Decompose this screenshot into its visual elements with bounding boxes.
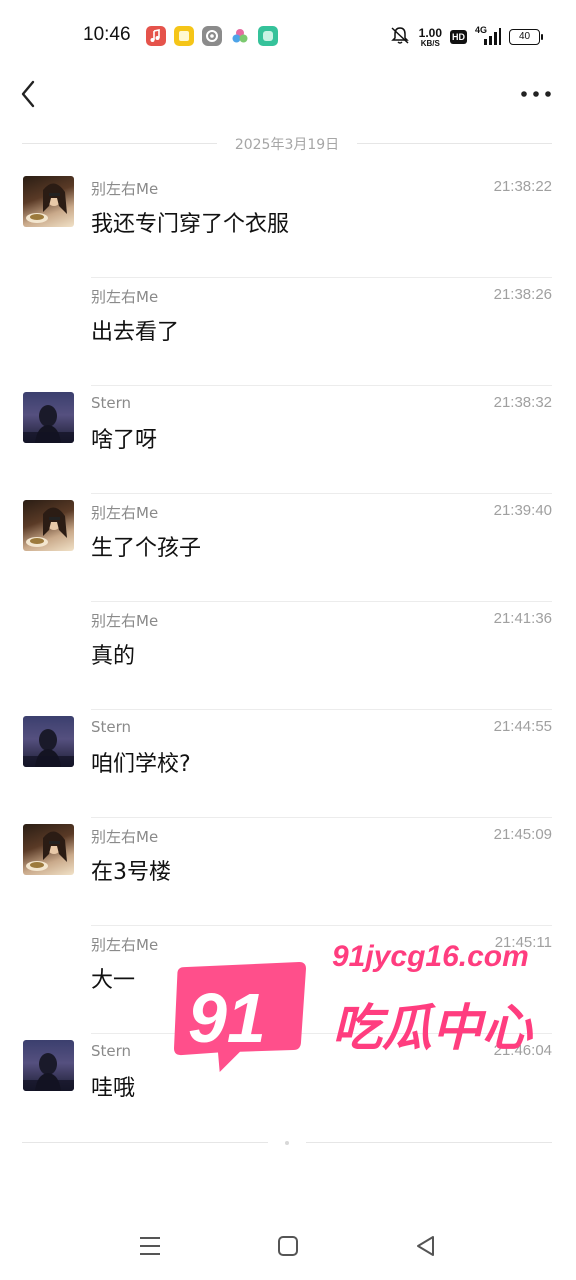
message-row[interactable]: 别左右Me 21:38:26 出去看了: [0, 278, 576, 386]
gallery-app-icon: [230, 26, 250, 46]
watermark: 91 91jycg16.com 吃瓜中心: [160, 940, 560, 1100]
sender-name: Stern: [91, 718, 132, 736]
message-text: 咱们学校?: [91, 752, 191, 777]
message-time: 21:38:22: [493, 178, 552, 195]
back-button[interactable]: [14, 78, 44, 110]
watermark-title: 吃瓜中心: [332, 999, 532, 1057]
sender-name: 别左右Me: [91, 828, 159, 846]
menu-icon: [140, 1237, 160, 1255]
music-app-icon: [146, 26, 166, 46]
home-icon: [278, 1236, 298, 1256]
message-text: 哇哦: [91, 1076, 136, 1101]
navigation-bar: [0, 1224, 576, 1268]
date-label: 2025年3月19日: [234, 137, 340, 153]
system-back-button[interactable]: [412, 1232, 440, 1260]
avatar[interactable]: [23, 824, 74, 875]
message-row[interactable]: Stern 21:38:32 啥了呀: [0, 386, 576, 494]
status-bar: 10:46 1.00 KB/S HD 4G 40: [0, 0, 576, 72]
status-indicators: 1.00 KB/S HD 4G 40: [389, 24, 543, 50]
message-time: 21:45:09: [493, 826, 552, 843]
hd-badge: HD: [450, 30, 467, 44]
message-text: 我还专门穿了个衣服: [91, 212, 290, 237]
avatar[interactable]: [23, 716, 74, 767]
avatar[interactable]: [23, 1040, 74, 1091]
message-text: 生了个孩子: [91, 536, 202, 561]
sender-name: 别左右Me: [91, 288, 159, 306]
message-time: 21:41:36: [493, 610, 552, 627]
status-time: 10:46: [83, 24, 131, 45]
message-time: 21:39:40: [493, 502, 552, 519]
net-speed-value: 1.00: [418, 25, 442, 40]
sender-name: 别左右Me: [91, 180, 159, 198]
message-text: 出去看了: [91, 320, 180, 345]
watermark-site: 91jycg16.com: [332, 940, 529, 973]
chat-app-icon: [258, 26, 278, 46]
more-horizontal-icon: [521, 91, 551, 97]
divider-line: [22, 1142, 268, 1143]
battery-icon: 40: [509, 29, 543, 45]
net-speed-unit: KB/S: [420, 38, 440, 48]
recent-apps-button[interactable]: [136, 1232, 164, 1260]
message-text: 真的: [91, 644, 136, 669]
avatar[interactable]: [23, 176, 74, 227]
sender-name: 别左右Me: [91, 612, 159, 630]
watermark-number: 91: [188, 979, 266, 1057]
more-options-button[interactable]: [518, 80, 554, 108]
message-time: 21:44:55: [493, 718, 552, 735]
message-time: 21:38:26: [493, 286, 552, 303]
divider-line: [306, 1142, 552, 1143]
divider-dot: [285, 1141, 289, 1145]
message-text: 大一: [91, 968, 136, 993]
sender-name: 别左右Me: [91, 504, 159, 522]
sender-name: 别左右Me: [91, 936, 159, 954]
divider-line: [357, 143, 552, 144]
message-row[interactable]: 别左右Me 21:39:40 生了个孩子: [0, 494, 576, 602]
mute-bell-icon: [389, 25, 411, 49]
message-row[interactable]: Stern 21:44:55 咱们学校?: [0, 710, 576, 818]
message-time: 21:38:32: [493, 394, 552, 411]
message-row[interactable]: 别左右Me 21:38:22 我还专门穿了个衣服: [0, 170, 576, 278]
sender-name: Stern: [91, 1042, 132, 1060]
network-speed: 1.00 KB/S: [419, 27, 442, 48]
sender-name: Stern: [91, 394, 132, 412]
avatar[interactable]: [23, 500, 74, 551]
message-text: 啥了呀: [91, 428, 158, 453]
signal-4g-icon: 4G: [475, 25, 501, 47]
message-text: 在3号楼: [91, 860, 171, 885]
notes-app-icon: [174, 26, 194, 46]
end-of-list-divider: [22, 1141, 552, 1145]
settings-app-icon: [202, 26, 222, 46]
back-triangle-icon: [417, 1236, 434, 1256]
home-button[interactable]: [274, 1232, 302, 1260]
avatar[interactable]: [23, 392, 74, 443]
battery-level: 40: [518, 31, 531, 42]
date-divider: 2025年3月19日: [22, 132, 552, 154]
message-row[interactable]: 别左右Me 21:41:36 真的: [0, 602, 576, 710]
message-row[interactable]: 别左右Me 21:45:09 在3号楼: [0, 818, 576, 926]
chevron-left-icon: [21, 80, 35, 108]
